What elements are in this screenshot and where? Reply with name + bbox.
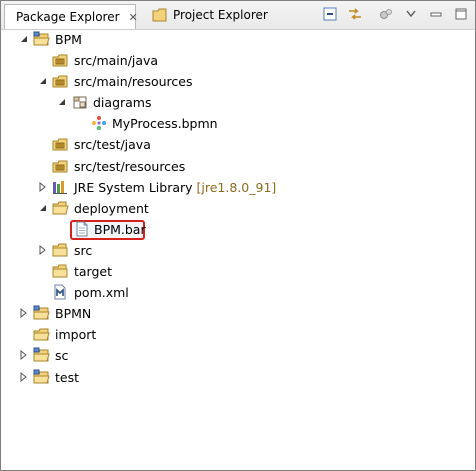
source-folder-icon xyxy=(52,75,68,88)
tree-item-label: import xyxy=(55,327,97,343)
source-folder-icon xyxy=(52,160,68,173)
package-icon xyxy=(73,96,87,109)
jre-version-decoration: [jre1.8.0_91] xyxy=(196,179,277,195)
tree-item-label: diagrams xyxy=(93,95,152,111)
maximize-icon[interactable] xyxy=(453,6,469,22)
tree-item-sc-project[interactable]: sc xyxy=(1,345,475,366)
file-icon xyxy=(76,221,88,237)
tree-item-target[interactable]: target xyxy=(1,261,475,282)
tree-item-label: sc xyxy=(55,348,69,364)
tree-item-label: test xyxy=(55,369,80,385)
library-icon xyxy=(53,180,67,194)
package-tree: BPM src/main/java src/main/resources dia… xyxy=(1,29,475,388)
expanded-arrow-icon[interactable] xyxy=(19,33,29,45)
package-explorer-view: Package Explorer ✕ Project Explorer BPM … xyxy=(0,0,476,471)
tree-item-label: pom.xml xyxy=(74,285,129,301)
tree-item-label: JRE System Library xyxy=(74,179,193,195)
project-folder-icon xyxy=(33,369,50,383)
tree-item-label-group: JRE System Library [jre1.8.0_91] xyxy=(74,180,276,195)
maven-file-icon xyxy=(54,284,66,300)
view-tab-bar: Package Explorer ✕ Project Explorer xyxy=(1,1,475,30)
tab-package-explorer[interactable]: Package Explorer ✕ xyxy=(4,4,138,29)
minimize-icon[interactable] xyxy=(428,6,444,22)
tree-item-src-main-resources[interactable]: src/main/resources xyxy=(1,71,475,92)
tree-item-myprocess-bpmn[interactable]: MyProcess.bpmn xyxy=(1,113,475,134)
project-folder-icon xyxy=(33,31,50,46)
tree-item-label: BPM xyxy=(55,32,82,47)
view-menu-icon[interactable] xyxy=(403,6,419,22)
project-folder-icon xyxy=(33,347,50,362)
tree-item-src[interactable]: src xyxy=(1,240,475,261)
collapsed-arrow-icon[interactable] xyxy=(19,349,29,361)
tab-project-explorer[interactable]: Project Explorer xyxy=(146,3,274,27)
tree-item-src-main-java[interactable]: src/main/java xyxy=(1,50,475,71)
source-folder-icon xyxy=(52,138,68,151)
collapsed-arrow-icon[interactable] xyxy=(38,181,48,193)
expanded-arrow-icon[interactable] xyxy=(38,75,48,87)
collapsed-arrow-icon[interactable] xyxy=(19,307,29,319)
source-folder-icon xyxy=(52,54,68,67)
tree-item-bpm[interactable]: BPM xyxy=(1,29,475,50)
tree-item-label: src/main/java xyxy=(74,53,159,69)
focus-icon[interactable] xyxy=(378,6,394,22)
expanded-arrow-icon[interactable] xyxy=(38,202,48,214)
collapse-all-icon[interactable] xyxy=(322,6,338,22)
tree-item-diagrams[interactable]: diagrams xyxy=(1,92,475,113)
project-folder-icon xyxy=(33,328,50,341)
expanded-arrow-icon[interactable] xyxy=(57,96,67,108)
close-icon[interactable]: ✕ xyxy=(129,11,138,24)
tab-label: Project Explorer xyxy=(173,8,268,22)
tree-item-label: src/test/resources xyxy=(74,158,186,174)
tree-item-import-project[interactable]: import xyxy=(1,324,475,345)
tree-item-label: src xyxy=(74,242,93,258)
tree-item-pom-xml[interactable]: pom.xml xyxy=(1,282,475,303)
collapsed-arrow-icon[interactable] xyxy=(38,244,48,256)
tree-item-bpmn-project[interactable]: BPMN xyxy=(1,303,475,324)
folder-icon xyxy=(52,264,68,278)
collapsed-arrow-icon[interactable] xyxy=(19,371,29,383)
project-folder-icon xyxy=(33,305,50,320)
tree-item-label: BPM.bar xyxy=(94,221,146,237)
tree-item-label: src/main/resources xyxy=(74,74,193,90)
folder-icon xyxy=(52,243,68,257)
tree-item-test-project[interactable]: test xyxy=(1,367,475,388)
tree-item-label: target xyxy=(74,264,113,280)
tab-label: Package Explorer xyxy=(16,10,120,24)
tree-item-bpm-bar[interactable]: BPM.bar xyxy=(1,219,475,240)
link-with-editor-icon[interactable] xyxy=(347,6,363,22)
project-explorer-icon xyxy=(152,8,167,22)
tree-item-label: MyProcess.bpmn xyxy=(112,116,218,132)
tree-item-label: BPMN xyxy=(55,306,92,322)
tree-item-src-test-java[interactable]: src/test/java xyxy=(1,134,475,155)
bpmn-file-icon xyxy=(92,116,106,131)
tree-item-jre-system-library[interactable]: JRE System Library [jre1.8.0_91] xyxy=(1,177,475,198)
folder-open-icon xyxy=(52,201,69,215)
tree-item-label: deployment xyxy=(74,200,149,216)
tree-item-deployment[interactable]: deployment xyxy=(1,198,475,219)
tree-item-label: src/test/java xyxy=(74,137,151,153)
view-toolbar xyxy=(322,6,469,22)
tree-item-src-test-resources[interactable]: src/test/resources xyxy=(1,156,475,177)
